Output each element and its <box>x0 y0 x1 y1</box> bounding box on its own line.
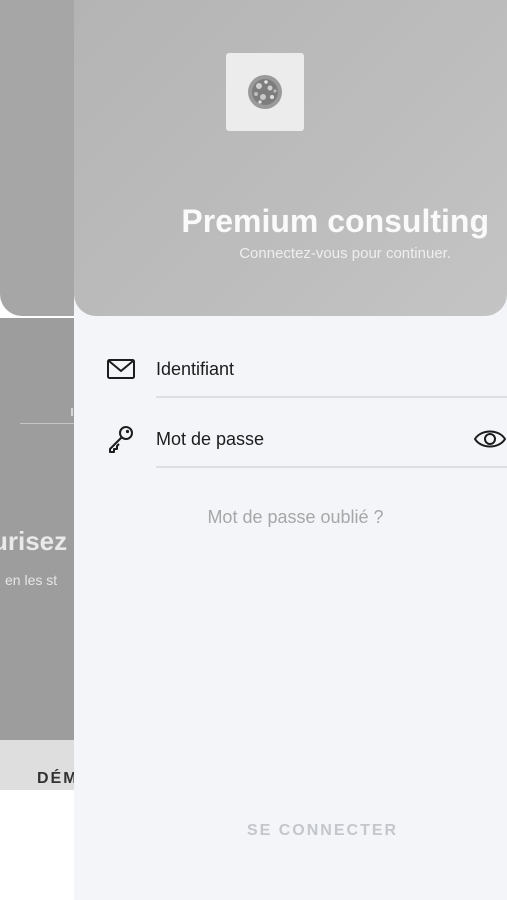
username-label: Identifiant <box>156 359 235 379</box>
background-start-button-label: DÉM <box>37 770 79 787</box>
username-field[interactable]: Identifiant <box>74 342 507 398</box>
envelope-icon <box>107 359 135 379</box>
app-logo <box>226 53 304 131</box>
background-heading: urisez <box>0 526 68 556</box>
forgot-password-link[interactable]: Mot de passe oublié ? <box>0 507 507 528</box>
password-field[interactable]: Mot de passe <box>74 412 507 468</box>
app-subtitle: Connectez-vous pour continuer. <box>239 245 451 262</box>
logo-icon <box>248 75 282 109</box>
password-label: Mot de passe <box>156 429 265 449</box>
background-indicator <box>71 408 73 416</box>
password-divider <box>156 466 507 468</box>
app-title: Premium consulting <box>181 203 489 239</box>
key-icon <box>109 426 133 453</box>
login-header: Premium consulting Connectez-vous pour c… <box>74 0 507 316</box>
login-sheet: Premium consulting Connectez-vous pour c… <box>74 0 507 900</box>
username-divider <box>156 396 507 398</box>
background-subtext: en les st <box>5 572 58 588</box>
login-button[interactable]: SE CONNECTER <box>74 814 507 848</box>
eye-icon[interactable] <box>473 424 507 454</box>
